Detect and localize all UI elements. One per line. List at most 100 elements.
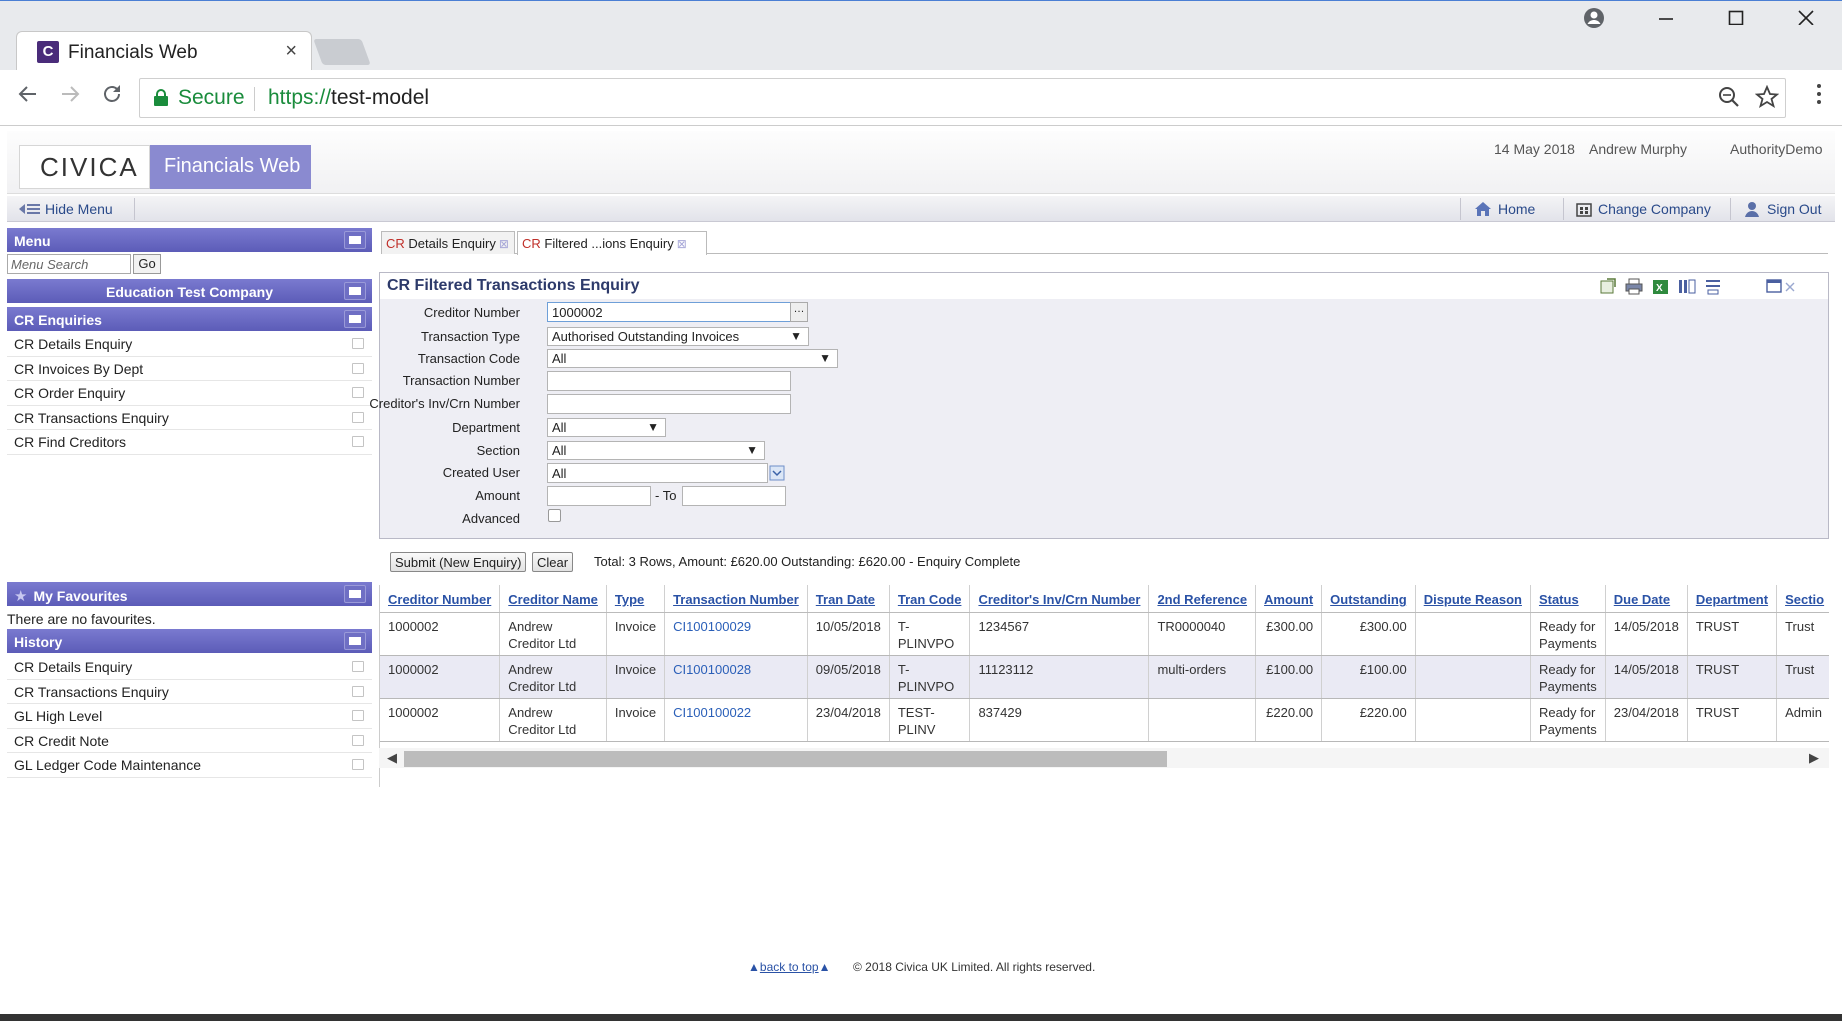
company-toggle-icon[interactable] bbox=[344, 282, 366, 300]
history-item-gl-ledger-code-maintenance[interactable]: GL Ledger Code Maintenance bbox=[7, 753, 372, 778]
product-banner: Financials Web bbox=[150, 145, 311, 189]
col-section[interactable]: Sectio bbox=[1776, 585, 1829, 613]
hide-menu-button[interactable]: Hide Menu bbox=[19, 201, 113, 217]
menu-item-cr-find-creditors[interactable]: CR Find Creditors bbox=[7, 430, 372, 455]
sign-out-button[interactable]: Sign Out bbox=[1743, 201, 1821, 217]
transaction-link[interactable]: CI100100022 bbox=[664, 698, 808, 742]
browser-tab[interactable]: C Financials Web × bbox=[16, 31, 312, 72]
history-title: History bbox=[14, 634, 63, 650]
clear-button[interactable]: Clear bbox=[532, 552, 574, 572]
close-tab-icon[interactable]: ⊠ bbox=[677, 237, 687, 251]
tab-cr-filtered-transactions-enquiry[interactable]: CR Filtered ...ions Enquiry ⊠ bbox=[517, 231, 707, 255]
transaction-number-input[interactable] bbox=[547, 371, 791, 391]
back-icon[interactable] bbox=[16, 82, 40, 113]
excel-icon[interactable]: X bbox=[1652, 278, 1670, 295]
col-due-date[interactable]: Due Date bbox=[1605, 585, 1688, 613]
transaction-link[interactable]: CI100100029 bbox=[664, 612, 808, 656]
popout-icon[interactable] bbox=[352, 661, 364, 672]
creditor-lookup-button[interactable]: … bbox=[790, 302, 808, 322]
col-creditor-inv-crn[interactable]: Creditor's Inv/Crn Number bbox=[969, 585, 1150, 613]
menu-search-go-button[interactable]: Go bbox=[133, 254, 161, 274]
transaction-type-select[interactable]: Authorised Outstanding Invoices ▼ bbox=[547, 327, 809, 346]
user-lookup-icon[interactable] bbox=[769, 464, 785, 482]
transaction-code-select[interactable]: All ▼ bbox=[547, 349, 838, 368]
table-row[interactable]: 1000002 Andrew Creditor Ltd Invoice CI10… bbox=[380, 698, 1829, 742]
col-transaction-number[interactable]: Transaction Number bbox=[664, 585, 808, 613]
scroll-right-icon[interactable]: ▶ bbox=[1809, 750, 1819, 766]
menu-item-cr-details-enquiry[interactable]: CR Details Enquiry bbox=[7, 332, 372, 357]
scrollbar-thumb[interactable] bbox=[404, 751, 1167, 767]
address-bar[interactable]: Secure https://test-model bbox=[139, 78, 1786, 118]
tab-cr-details-enquiry[interactable]: CR Details Enquiry ⊠ bbox=[381, 231, 515, 254]
popout-icon[interactable] bbox=[352, 710, 364, 721]
history-toggle-icon[interactable] bbox=[344, 632, 366, 650]
back-to-top-link[interactable]: ▲back to top▲ bbox=[748, 960, 831, 974]
popout-icon[interactable] bbox=[352, 759, 364, 770]
submit-new-enquiry-button[interactable]: Submit (New Enquiry) bbox=[390, 552, 527, 572]
print-icon[interactable] bbox=[1625, 278, 1643, 295]
account-icon[interactable] bbox=[1583, 7, 1605, 35]
menu-search-input[interactable]: Menu Search bbox=[7, 254, 131, 274]
change-company-button[interactable]: Change Company bbox=[1576, 201, 1711, 217]
creditor-inv-crn-label: Creditor's Inv/Crn Number bbox=[369, 396, 520, 411]
creditor-number-input[interactable]: 1000002 bbox=[547, 302, 791, 322]
col-tran-date[interactable]: Tran Date bbox=[807, 585, 890, 613]
section-select[interactable]: All ▼ bbox=[547, 441, 765, 460]
col-type[interactable]: Type bbox=[606, 585, 666, 613]
col-status[interactable]: Status bbox=[1530, 585, 1606, 613]
columns-icon[interactable] bbox=[1678, 278, 1696, 295]
transaction-link[interactable]: CI100100028 bbox=[664, 655, 808, 699]
filter-icon[interactable] bbox=[1704, 278, 1722, 295]
home-button[interactable]: Home bbox=[1474, 201, 1535, 217]
history-item-cr-details-enquiry[interactable]: CR Details Enquiry bbox=[7, 655, 372, 680]
menu-item-cr-order-enquiry[interactable]: CR Order Enquiry bbox=[7, 381, 372, 406]
col-dispute-reason[interactable]: Dispute Reason bbox=[1415, 585, 1531, 613]
advanced-checkbox[interactable] bbox=[548, 509, 561, 522]
minimize-icon[interactable] bbox=[1656, 5, 1676, 31]
amount-from-input[interactable] bbox=[547, 486, 651, 506]
popout-icon[interactable] bbox=[352, 734, 364, 746]
history-item-gl-high-level[interactable]: GL High Level bbox=[7, 704, 372, 729]
reload-icon[interactable] bbox=[100, 82, 124, 113]
col-amount[interactable]: Amount bbox=[1255, 585, 1323, 613]
menu-item-cr-transactions-enquiry[interactable]: CR Transactions Enquiry bbox=[7, 406, 372, 430]
col-tran-code[interactable]: Tran Code bbox=[889, 585, 971, 613]
scroll-left-icon[interactable]: ◀ bbox=[387, 750, 397, 766]
menu-panel-toggle-icon[interactable] bbox=[344, 231, 366, 249]
table-row[interactable]: 1000002 Andrew Creditor Ltd Invoice CI10… bbox=[380, 612, 1829, 656]
header-user: Andrew Murphy bbox=[1589, 141, 1688, 157]
table-row[interactable]: 1000002 Andrew Creditor Ltd Invoice CI10… bbox=[380, 655, 1829, 699]
close-window-icon[interactable] bbox=[1796, 5, 1816, 31]
new-tab-button[interactable] bbox=[313, 39, 371, 65]
col-outstanding[interactable]: Outstanding bbox=[1321, 585, 1416, 613]
close-tab-icon[interactable]: × bbox=[285, 40, 297, 63]
creditor-inv-crn-input[interactable] bbox=[547, 394, 791, 414]
export-icon[interactable] bbox=[1599, 278, 1617, 295]
col-2nd-reference[interactable]: 2nd Reference bbox=[1148, 585, 1257, 613]
enquiry-summary: Total: 3 Rows, Amount: £620.00 Outstandi… bbox=[594, 554, 1021, 569]
history-item-cr-credit-note[interactable]: CR Credit Note bbox=[7, 729, 372, 753]
history-item-cr-transactions-enquiry[interactable]: CR Transactions Enquiry bbox=[7, 680, 372, 704]
menu-item-cr-invoices-by-dept[interactable]: CR Invoices By Dept bbox=[7, 357, 372, 381]
department-select[interactable]: All ▼ bbox=[547, 418, 666, 437]
horizontal-scrollbar[interactable]: ◀ ▶ bbox=[379, 748, 1829, 768]
created-user-input[interactable]: All bbox=[547, 463, 768, 483]
cr-enquiries-section[interactable]: CR Enquiries bbox=[7, 307, 372, 331]
favourites-header: ★ My Favourites bbox=[7, 582, 372, 606]
favourites-toggle-icon[interactable] bbox=[344, 585, 366, 603]
up-arrow-icon: ▲ bbox=[818, 960, 831, 974]
popout-icon[interactable] bbox=[352, 685, 364, 697]
amount-to-input[interactable] bbox=[682, 486, 786, 506]
forward-icon[interactable] bbox=[58, 82, 82, 113]
col-department[interactable]: Department bbox=[1687, 585, 1778, 613]
col-creditor-name[interactable]: Creditor Name bbox=[499, 585, 607, 613]
col-creditor-number[interactable]: Creditor Number bbox=[380, 585, 501, 613]
close-tab-icon[interactable]: ⊠ bbox=[499, 237, 509, 251]
popout-window-icon[interactable] bbox=[1766, 278, 1795, 295]
department-value: All bbox=[552, 420, 567, 435]
browser-menu-icon[interactable] bbox=[1807, 82, 1831, 113]
zoom-icon[interactable] bbox=[1717, 85, 1741, 115]
bookmark-star-icon[interactable] bbox=[1754, 84, 1780, 115]
section-label: Section bbox=[476, 443, 520, 458]
maximize-icon[interactable] bbox=[1726, 5, 1746, 31]
